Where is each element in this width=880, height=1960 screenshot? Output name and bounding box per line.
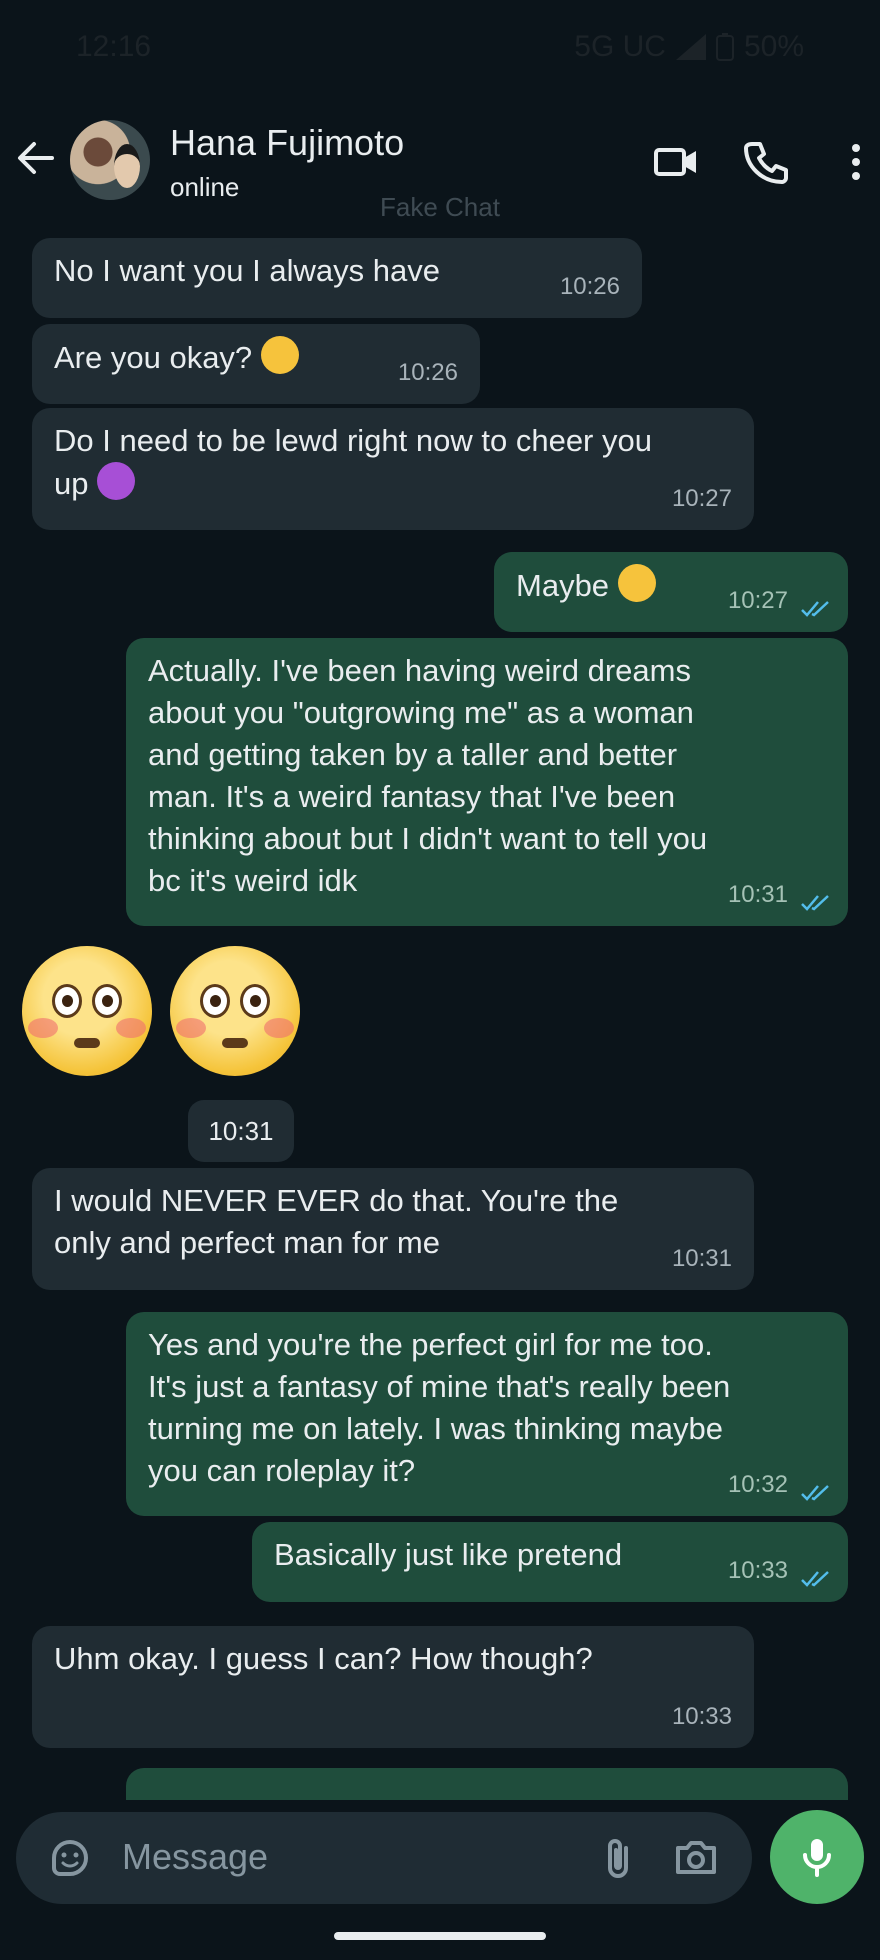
read-ticks-icon	[801, 1571, 829, 1587]
message-text: Do I need to be lewd right now to cheer …	[54, 423, 652, 458]
message-line: about you "outgrowing me" as a woman	[148, 695, 694, 730]
avatar[interactable]	[70, 120, 150, 200]
message-bubble[interactable]: Yes and you're the perfect girl for me t…	[126, 1312, 848, 1516]
message-time: 10:26	[397, 359, 458, 386]
message-text: up	[54, 466, 89, 501]
message-line: Yes and you're the perfect girl for me t…	[148, 1327, 713, 1362]
message-bubble[interactable]: Do I need to be lewd right now to cheer …	[32, 408, 754, 530]
message-time: 10:33	[671, 1703, 732, 1730]
message-input[interactable]: Message	[16, 1812, 752, 1904]
thinking-face-icon	[617, 564, 656, 602]
video-call-icon[interactable]	[652, 138, 700, 186]
message-bubble[interactable]: No I want you I always have 10:26	[32, 238, 642, 318]
signal-icon	[675, 34, 706, 60]
attach-icon[interactable]	[596, 1834, 644, 1882]
message-bubble[interactable]: Basically just like pretend 10:33	[252, 1522, 848, 1602]
read-ticks-icon	[801, 601, 829, 617]
message-bubble[interactable]: Actually. I've been having weird dreams …	[126, 638, 848, 926]
home-indicator[interactable]	[334, 1932, 546, 1940]
message-line: thinking about but I didn't want to tell…	[148, 821, 708, 856]
phone-icon[interactable]	[742, 138, 790, 186]
message-line: man. It's a weird fantasy that I've been	[148, 779, 676, 814]
flushed-face-icon[interactable]	[22, 946, 152, 1076]
read-ticks-icon	[801, 1485, 829, 1501]
back-arrow-icon[interactable]	[12, 134, 60, 182]
message-time: 10:33	[727, 1557, 788, 1584]
contact-name[interactable]: Hana Fujimoto	[170, 122, 404, 164]
status-time: 12:16	[76, 30, 152, 63]
message-text: No I want you I always have	[54, 253, 440, 288]
message-time: 10:31	[671, 1245, 732, 1272]
more-vert-icon[interactable]	[832, 138, 880, 186]
mic-button[interactable]	[770, 1810, 864, 1904]
chat-header: Hana Fujimoto online Fake Chat	[0, 100, 880, 222]
message-text: Uhm okay. I guess I can? How though?	[54, 1641, 593, 1676]
message-text: Are you okay?	[54, 340, 253, 375]
message-line: and getting taken by a taller and better	[148, 737, 678, 772]
network-label: 5G UC	[574, 30, 666, 63]
status-right: 5G UC 50%	[574, 30, 804, 64]
disappointed-face-icon	[260, 336, 299, 374]
message-line: only and perfect man for me	[54, 1225, 440, 1260]
message-placeholder: Message	[122, 1836, 269, 1877]
message-bubble[interactable]: Maybe 10:27	[494, 552, 848, 632]
mic-icon	[803, 1839, 831, 1877]
watermark: Fake Chat	[380, 192, 500, 222]
message-line: bc it's weird idk	[148, 863, 358, 898]
battery-icon	[715, 33, 734, 61]
smiling-devil-icon	[97, 462, 136, 500]
message-time: 10:32	[727, 1471, 788, 1498]
message-time: 10:27	[727, 587, 788, 614]
message-time: 10:31	[727, 881, 788, 908]
camera-icon[interactable]	[672, 1834, 720, 1882]
flushed-face-icon[interactable]	[170, 946, 300, 1076]
battery-label: 50%	[743, 30, 804, 63]
message-time: 10:26	[559, 273, 620, 300]
contact-status: online	[170, 172, 240, 202]
message-line: you can roleplay it?	[148, 1453, 416, 1488]
message-bubble[interactable]: Are you okay? 10:26	[32, 324, 480, 404]
message-line: turning me on lately. I was thinking may…	[148, 1411, 723, 1446]
message-bubble[interactable]: Uhm okay. I guess I can? How though? 10:…	[32, 1626, 754, 1748]
message-line: I would NEVER EVER do that. You're the	[54, 1183, 619, 1218]
message-bubble[interactable]: I would NEVER EVER do that. You're the o…	[32, 1168, 754, 1290]
message-time: 10:27	[671, 485, 732, 512]
message-text: Maybe	[516, 568, 610, 603]
sticker-icon[interactable]	[46, 1834, 94, 1882]
message-line: It's just a fantasy of mine that's reall…	[148, 1369, 731, 1404]
message-line: Actually. I've been having weird dreams	[148, 653, 691, 688]
message-time: 10:31	[188, 1100, 294, 1162]
status-bar: 12:16 5G UC 50%	[0, 0, 880, 100]
read-ticks-icon	[801, 895, 829, 911]
message-text: Basically just like pretend	[274, 1537, 623, 1572]
